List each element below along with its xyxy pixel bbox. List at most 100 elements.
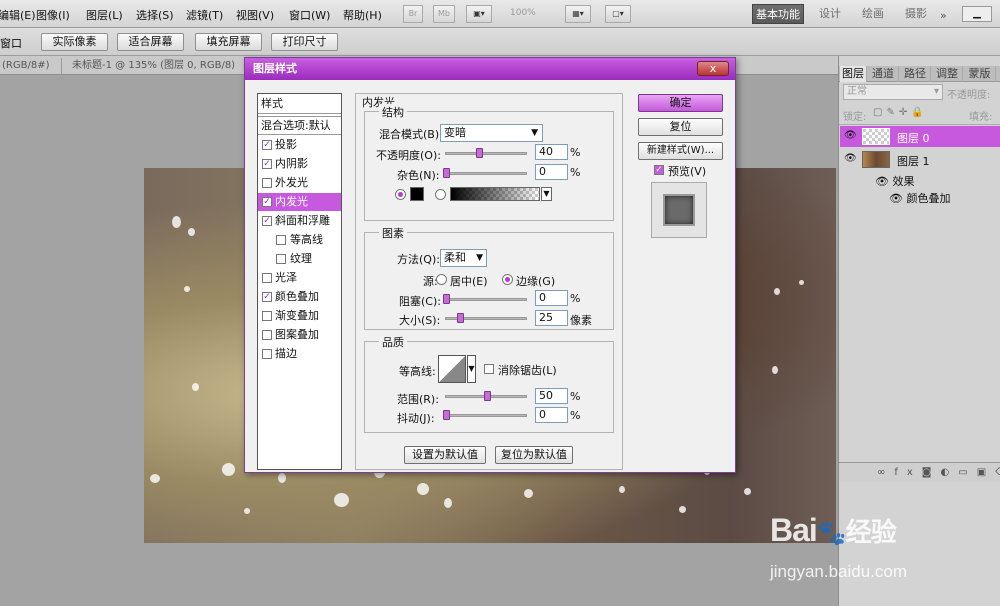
style-checkbox[interactable] [262,178,272,188]
reset-default-button[interactable]: 复位为默认值 [495,446,573,464]
tab-document-2[interactable]: 未标题-1 @ 135% (图层 0, RGB/8) [64,58,249,75]
screen-mode-icon[interactable]: ▢▾ [605,5,631,23]
preview-label[interactable]: 预览(V) [668,163,706,179]
blending-options-item[interactable]: 混合选项:默认 [258,116,341,135]
set-default-button[interactable]: 设置为默认值 [404,446,486,464]
jitter-slider[interactable] [445,414,527,417]
range-slider-knob[interactable] [484,391,491,401]
link-icon[interactable]: ∞ [877,467,894,478]
menu-help[interactable]: 帮助(H) [343,7,382,23]
menu-select[interactable]: 选择(S) [136,7,174,23]
visibility-eye-icon[interactable]: 👁 [844,130,857,141]
style-item-3[interactable]: ✓ 内发光 [258,193,341,211]
new-style-button[interactable]: 新建样式(W)... [638,142,723,160]
style-item-5[interactable]: 等高线 [258,231,341,249]
more-workspaces-icon[interactable]: » [940,9,947,22]
style-item-7[interactable]: 光泽 [258,269,341,287]
style-checkbox[interactable]: ✓ [262,216,272,226]
size-input[interactable]: 25 [535,310,568,326]
effect-item-row[interactable]: 👁 颜色叠加 [889,190,950,206]
style-item-11[interactable]: 描边 [258,345,341,363]
preview-checkbox[interactable]: ✓ [654,165,664,175]
visibility-eye-icon[interactable]: 👁 [889,192,906,205]
opacity-input[interactable]: 40 [535,144,568,160]
minimize-icon[interactable]: ▁ [962,6,992,22]
tab-channels[interactable]: 通道 [868,66,899,82]
antialias-checkbox[interactable] [484,364,494,374]
menu-window[interactable]: 窗口(W) [289,7,330,23]
method-select[interactable]: 柔和 ▼ [440,249,487,267]
layer-row[interactable]: 👁 图层 0 [840,126,1000,147]
source-center-radio[interactable] [436,274,447,285]
tab-paths[interactable]: 路径 [900,66,931,82]
actual-pixels-button[interactable]: 实际像素 [41,33,108,51]
style-item-10[interactable]: 图案叠加 [258,326,341,344]
adjustment-icon[interactable]: ◐ [941,467,959,478]
style-item-0[interactable]: ✓ 投影 [258,136,341,154]
style-item-2[interactable]: 外发光 [258,174,341,192]
chevron-down-icon[interactable]: ▼ [467,355,476,383]
close-icon[interactable]: x [697,61,729,76]
layer-name[interactable]: 图层 1 [897,153,930,169]
jitter-slider-knob[interactable] [443,410,450,420]
contour-preview[interactable] [438,355,466,383]
folder-icon[interactable]: ▭ [958,467,976,478]
bridge-icon[interactable]: Br [403,5,423,23]
noise-slider-knob[interactable] [443,168,450,178]
chevron-down-icon[interactable]: ▼ [541,187,552,201]
style-checkbox[interactable] [262,311,272,321]
view-extras-icon[interactable]: ▣▾ [466,5,492,23]
style-item-4[interactable]: ✓ 斜面和浮雕 [258,212,341,230]
tab-layers[interactable]: 图层 [840,66,867,82]
style-checkbox[interactable] [262,273,272,283]
range-input[interactable]: 50 [535,388,568,404]
style-checkbox[interactable] [276,254,286,264]
style-checkbox[interactable] [262,330,272,340]
source-edge-radio[interactable] [502,274,513,285]
color-radio[interactable] [395,189,406,200]
new-layer-icon[interactable]: ▣ [977,467,995,478]
menu-layer[interactable]: 图层(L) [86,7,123,23]
source-edge-label[interactable]: 边缘(G) [516,273,555,289]
blend-mode-select[interactable]: 正常 ▾ [843,84,943,100]
jitter-input[interactable]: 0 [535,407,568,423]
choke-slider-knob[interactable] [443,294,450,304]
workspace-design[interactable]: 设计 [812,4,848,24]
antialias-label[interactable]: 消除锯齿(L) [498,362,557,378]
workspace-painting[interactable]: 绘画 [855,4,891,24]
glow-color-swatch[interactable] [410,187,424,201]
style-checkbox[interactable]: ✓ [262,292,272,302]
trash-icon[interactable]: ⌫ [995,467,1000,478]
fit-screen-button[interactable]: 适合屏幕 [117,33,184,51]
visibility-eye-icon[interactable]: 👁 [875,175,892,188]
print-size-button[interactable]: 打印尺寸 [271,33,338,51]
style-checkbox[interactable] [262,349,272,359]
zoom-level[interactable]: 100% [510,8,536,18]
visibility-eye-icon[interactable]: 👁 [844,153,857,164]
fill-screen-button[interactable]: 填充屏幕 [195,33,262,51]
layer-row[interactable]: 👁 图层 1 [840,149,1000,170]
layer-name[interactable]: 图层 0 [897,130,930,146]
style-checkbox[interactable] [276,235,286,245]
workspace-photography[interactable]: 摄影 [898,4,934,24]
size-slider-knob[interactable] [456,313,464,323]
tab-masks[interactable]: 蒙版 [964,66,996,82]
choke-input[interactable]: 0 [535,290,568,306]
effects-row[interactable]: 👁 效果 [875,173,914,189]
noise-input[interactable]: 0 [535,164,568,180]
opacity-slider-knob[interactable] [475,148,483,158]
style-item-1[interactable]: ✓ 内阴影 [258,155,341,173]
menu-view[interactable]: 视图(V) [236,7,274,23]
tab-adjustments[interactable]: 调整 [932,66,963,82]
gradient-preview[interactable] [450,187,540,201]
minibridge-icon[interactable]: Mb [433,5,455,23]
style-item-6[interactable]: 纹理 [258,250,341,268]
gradient-radio[interactable] [435,189,446,200]
reset-button[interactable]: 复位 [638,118,723,136]
menu-image[interactable]: 图像(I) [36,7,70,23]
ok-button[interactable]: 确定 [638,94,723,112]
blend-mode-select[interactable]: 变暗 ▼ [440,124,543,142]
style-item-8[interactable]: ✓ 颜色叠加 [258,288,341,306]
menu-filter[interactable]: 滤镜(T) [186,7,223,23]
tab-document-1[interactable]: (RGB/8#) ✕ [0,58,62,86]
